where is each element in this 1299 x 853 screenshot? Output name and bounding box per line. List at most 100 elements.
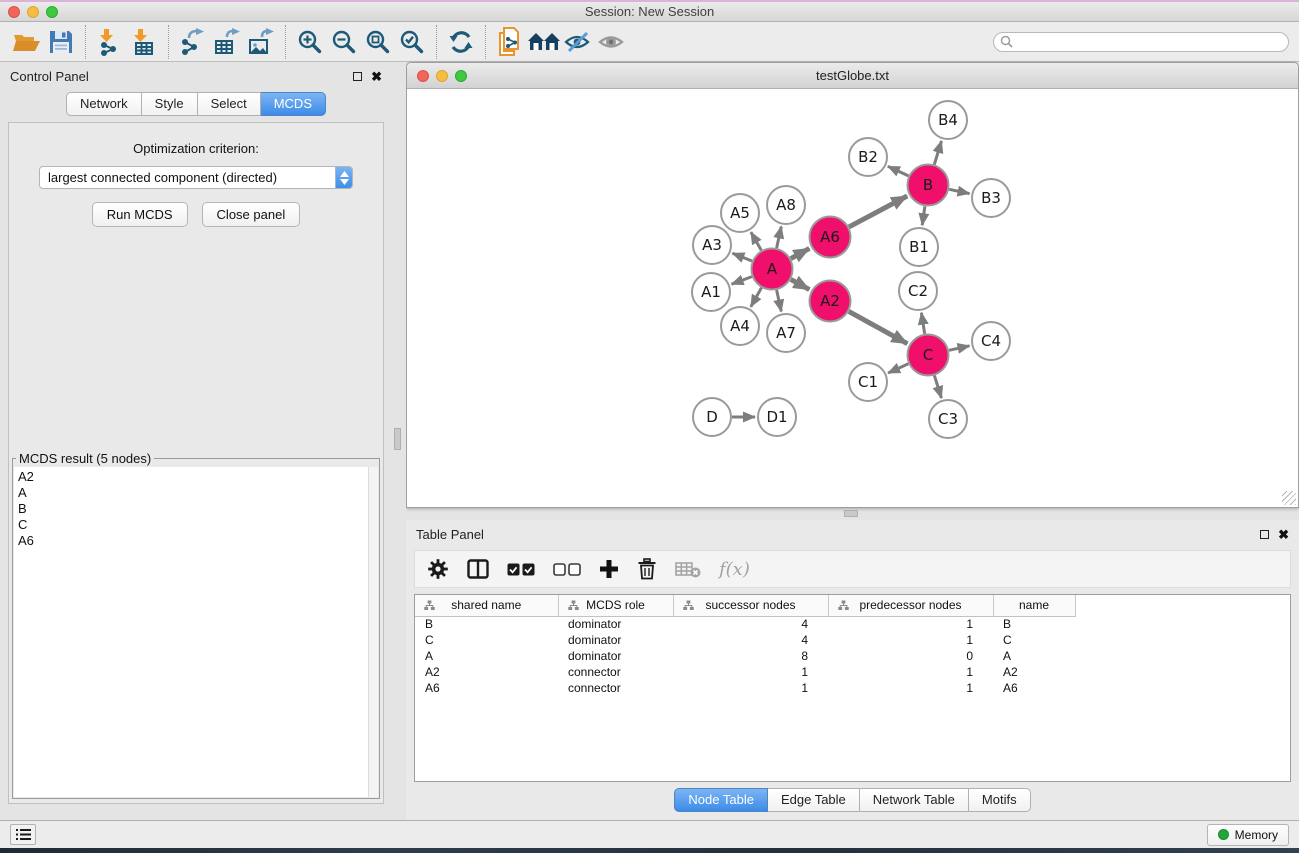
deselect-all-columns-button[interactable]: [553, 555, 581, 583]
graph-edge-A-A8[interactable]: [777, 227, 782, 249]
search-input[interactable]: [1017, 35, 1282, 49]
network-window-titlebar[interactable]: testGlobe.txt: [407, 63, 1298, 89]
table-cell[interactable]: C: [415, 632, 558, 648]
graph-node-C[interactable]: C: [908, 335, 949, 376]
graph-edge-C-C3[interactable]: [934, 376, 941, 399]
table-cell[interactable]: 1: [828, 616, 993, 632]
search-field[interactable]: [993, 32, 1289, 52]
table-cell[interactable]: 4: [673, 632, 828, 648]
import-network-button[interactable]: [93, 25, 127, 59]
graph-node-A7[interactable]: A7: [767, 314, 805, 352]
table-row[interactable]: Adominator80A: [415, 648, 1075, 664]
graph-node-A4[interactable]: A4: [721, 307, 759, 345]
table-row[interactable]: Cdominator41C: [415, 632, 1075, 648]
graph-node-A6[interactable]: A6: [810, 217, 851, 258]
mcds-result-item[interactable]: B: [18, 501, 368, 517]
tab-network[interactable]: Network: [66, 92, 142, 116]
close-panel-icon[interactable]: ✖: [371, 70, 382, 83]
table-settings-button[interactable]: [427, 555, 449, 583]
graph-edge-A-A2[interactable]: [791, 279, 810, 289]
import-table-button[interactable]: [127, 25, 161, 59]
table-cell[interactable]: C: [993, 632, 1075, 648]
tab-style[interactable]: Style: [142, 92, 198, 116]
table-cell[interactable]: 1: [828, 664, 993, 680]
run-mcds-button[interactable]: Run MCDS: [92, 202, 188, 227]
column-header-mcds-role[interactable]: MCDS role: [558, 595, 673, 616]
tab-motifs[interactable]: Motifs: [969, 788, 1031, 812]
table-cell[interactable]: B: [993, 616, 1075, 632]
close-panel-icon[interactable]: ✖: [1278, 528, 1289, 541]
table-row[interactable]: A2connector11A2: [415, 664, 1075, 680]
tab-mcds[interactable]: MCDS: [261, 92, 326, 116]
graph-node-D1[interactable]: D1: [758, 398, 796, 436]
delete-column-button[interactable]: [637, 555, 657, 583]
graph-node-A1[interactable]: A1: [692, 273, 730, 311]
table-cell[interactable]: B: [415, 616, 558, 632]
show-graphics-button[interactable]: [595, 25, 629, 59]
table-cell[interactable]: 1: [673, 664, 828, 680]
network-zoom-button[interactable]: [455, 70, 467, 82]
optimization-criterion-select[interactable]: largest connected component (directed): [39, 166, 353, 189]
open-session-button[interactable]: [10, 25, 44, 59]
vertical-split-divider[interactable]: [392, 62, 406, 820]
table-cell[interactable]: A6: [993, 680, 1075, 696]
create-column-button[interactable]: [599, 555, 619, 583]
delete-table-button[interactable]: [675, 555, 701, 583]
graph-edge-C-C1[interactable]: [888, 364, 908, 373]
graph-node-A3[interactable]: A3: [693, 226, 731, 264]
table-cell[interactable]: dominator: [558, 648, 673, 664]
graph-node-C1[interactable]: C1: [849, 363, 887, 401]
zoom-fit-button[interactable]: [361, 25, 395, 59]
table-cell[interactable]: 1: [828, 632, 993, 648]
function-builder-button[interactable]: f(x): [719, 555, 750, 583]
select-all-columns-button[interactable]: [507, 555, 535, 583]
graph-node-A8[interactable]: A8: [767, 186, 805, 224]
graph-edge-A6-B[interactable]: [849, 196, 907, 227]
network-close-button[interactable]: [417, 70, 429, 82]
graph-node-A5[interactable]: A5: [721, 194, 759, 232]
show-task-history-button[interactable]: [10, 824, 36, 845]
column-header-name[interactable]: name: [993, 595, 1075, 616]
graph-node-B1[interactable]: B1: [900, 228, 938, 266]
tab-node-table[interactable]: Node Table: [674, 788, 768, 812]
mcds-result-item[interactable]: A2: [18, 469, 368, 485]
graph-edge-A-A3[interactable]: [732, 253, 752, 261]
export-network-button[interactable]: [176, 25, 210, 59]
graph-edge-B-B4[interactable]: [934, 141, 941, 165]
table-cell[interactable]: 1: [673, 680, 828, 696]
tab-edge-table[interactable]: Edge Table: [768, 788, 860, 812]
table-cell[interactable]: 1: [828, 680, 993, 696]
table-cell[interactable]: dominator: [558, 616, 673, 632]
home-layout-button[interactable]: [527, 25, 561, 59]
graph-edge-B-B1[interactable]: [922, 206, 925, 225]
zoom-in-button[interactable]: [293, 25, 327, 59]
save-session-button[interactable]: [44, 25, 78, 59]
graph-edge-A-A6[interactable]: [791, 248, 810, 258]
graph-edge-A2-C[interactable]: [849, 311, 908, 343]
graph-edge-B-B2[interactable]: [888, 166, 909, 176]
table-cell[interactable]: A2: [993, 664, 1075, 680]
graph-node-C4[interactable]: C4: [972, 322, 1010, 360]
refresh-view-button[interactable]: [444, 25, 478, 59]
close-window-button[interactable]: [8, 6, 20, 18]
table-cell[interactable]: connector: [558, 664, 673, 680]
table-cell[interactable]: 0: [828, 648, 993, 664]
graph-edge-B-B3[interactable]: [949, 189, 969, 193]
hide-graphics-button[interactable]: [561, 25, 595, 59]
mcds-result-item[interactable]: A6: [18, 533, 368, 549]
table-cell[interactable]: A2: [415, 664, 558, 680]
mcds-result-item[interactable]: A: [18, 485, 368, 501]
show-column-panel-button[interactable]: [467, 555, 489, 583]
mcds-list-scrollbar[interactable]: [368, 467, 378, 797]
column-header-shared-name[interactable]: shared name: [415, 595, 558, 616]
zoom-out-button[interactable]: [327, 25, 361, 59]
float-panel-icon[interactable]: [353, 72, 362, 81]
graph-node-A[interactable]: A: [752, 249, 793, 290]
graph-edge-A-A5[interactable]: [751, 232, 761, 250]
float-panel-icon[interactable]: [1260, 530, 1269, 539]
graph-node-B4[interactable]: B4: [929, 101, 967, 139]
graph-node-B3[interactable]: B3: [972, 179, 1010, 217]
table-row[interactable]: A6connector11A6: [415, 680, 1075, 696]
table-cell[interactable]: A: [993, 648, 1075, 664]
network-canvas[interactable]: B4B2BB3A8A5A6A3B1AA1C2A2A4A7C4CC1DD1C3: [407, 89, 1298, 507]
